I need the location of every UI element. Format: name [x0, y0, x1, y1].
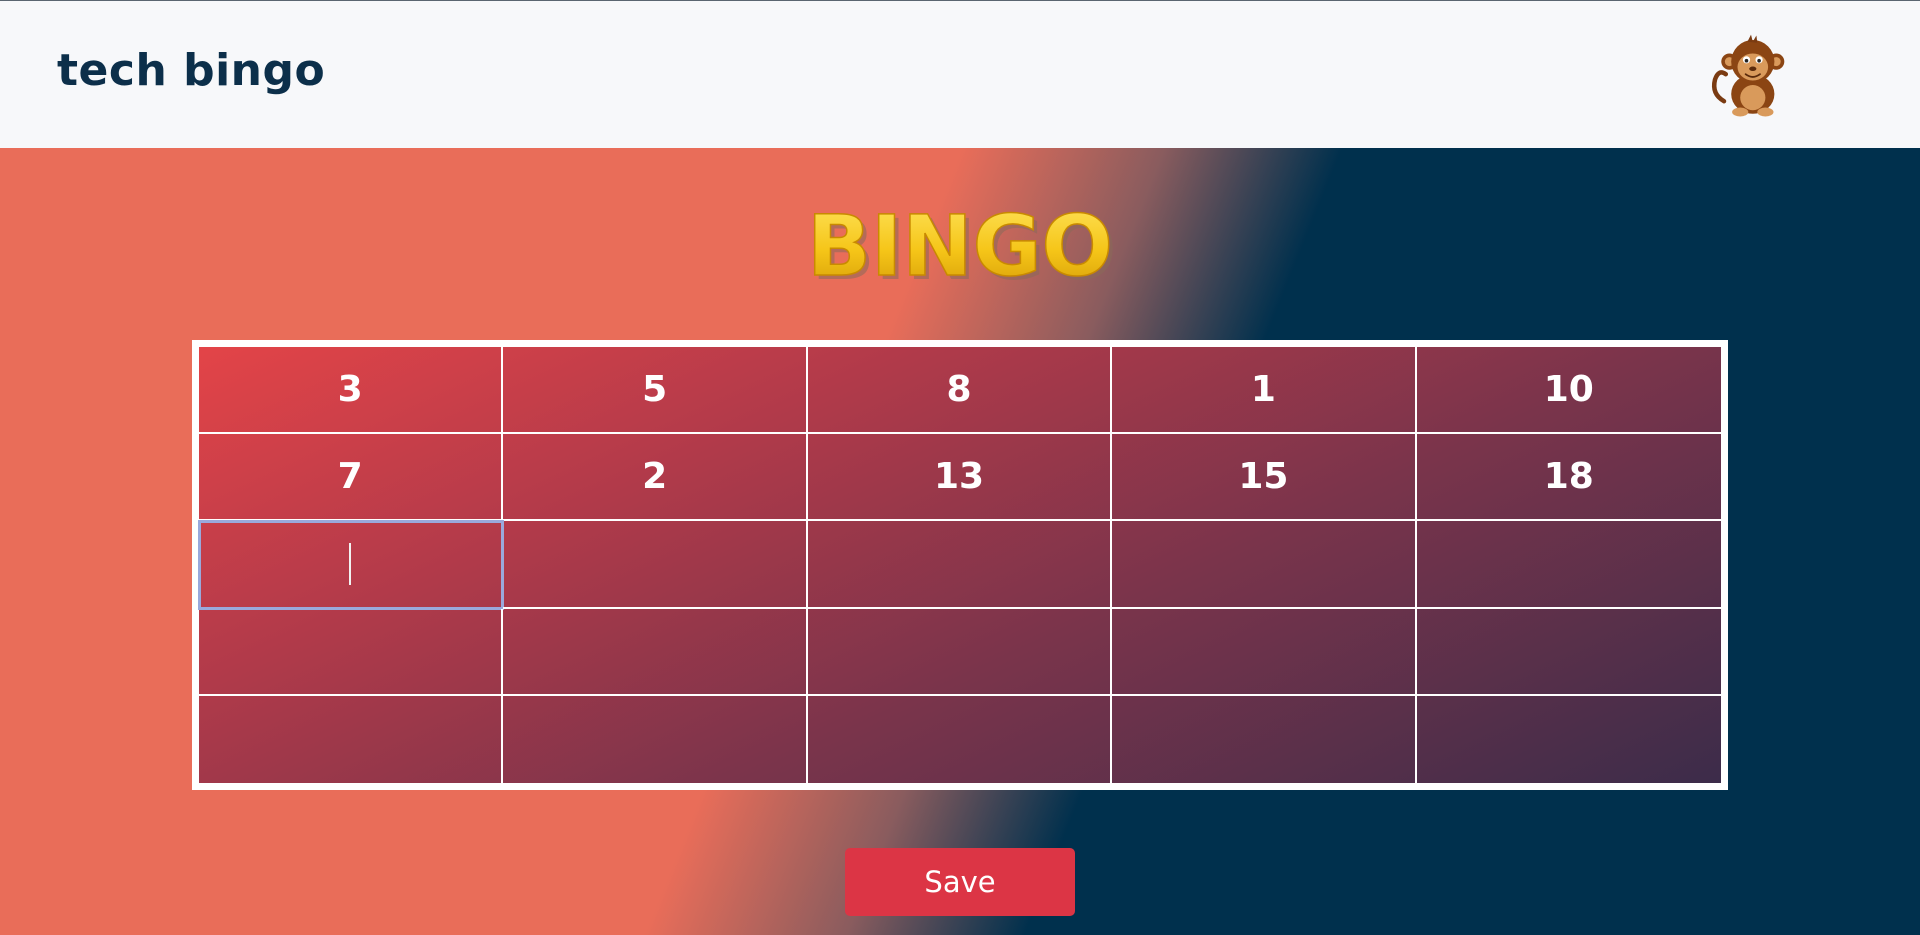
bingo-board: 3 5 8 1 10 7 2 13 15 18	[192, 340, 1728, 790]
bingo-cell[interactable]	[1416, 521, 1721, 609]
bingo-cell[interactable]	[1112, 521, 1417, 609]
bingo-cell-value: 1	[1250, 369, 1276, 411]
bingo-cell-value: 5	[642, 369, 668, 411]
app: tech bingo BINGO BINGO 3 5 8 1 10 7 2 13…	[0, 0, 1920, 935]
bingo-cell-value: 8	[946, 369, 972, 411]
bingo-cell[interactable]	[1417, 696, 1721, 783]
bingo-cell[interactable]: 13	[807, 434, 1113, 522]
bingo-cell[interactable]: 15	[1112, 434, 1417, 522]
bingo-cell-value: 3	[337, 369, 363, 411]
bingo-cell[interactable]: 3	[199, 347, 504, 435]
bingo-logo: BINGO BINGO	[806, 196, 1117, 299]
bingo-cell[interactable]	[199, 608, 504, 696]
bingo-cell-value: 2	[642, 456, 668, 498]
text-caret	[349, 542, 352, 585]
bingo-cell[interactable]: 1	[1112, 347, 1417, 435]
bingo-cell[interactable]: 18	[1416, 434, 1721, 522]
top-bar: tech bingo	[0, 0, 1920, 148]
bingo-cell[interactable]: 2	[503, 434, 808, 522]
bingo-cell[interactable]	[503, 695, 808, 783]
bingo-cell-value: 10	[1543, 369, 1594, 411]
bingo-cell-value: 15	[1238, 456, 1289, 498]
bingo-cell[interactable]	[1112, 695, 1417, 783]
save-button[interactable]: Save	[845, 848, 1075, 916]
bingo-logo-text: BINGO	[807, 197, 1113, 295]
bingo-cell[interactable]	[807, 608, 1113, 696]
app-title: tech bingo	[57, 45, 326, 96]
bingo-cell[interactable]: 5	[503, 347, 808, 435]
bingo-cell[interactable]	[808, 695, 1113, 783]
bingo-cell-active[interactable]	[197, 520, 505, 610]
bingo-cell[interactable]: 10	[1416, 347, 1721, 435]
bingo-cell[interactable]	[807, 521, 1113, 609]
bingo-cell[interactable]: 8	[807, 347, 1113, 435]
bingo-cell[interactable]	[503, 608, 808, 696]
bingo-cell[interactable]	[503, 521, 808, 609]
bingo-cell[interactable]	[1416, 609, 1721, 696]
bingo-cell[interactable]	[199, 695, 504, 783]
bingo-stage: BINGO BINGO 3 5 8 1 10 7 2 13 15 18 Save	[0, 148, 1920, 935]
bingo-cell-value: 18	[1543, 456, 1594, 498]
bingo-cell[interactable]	[1112, 608, 1417, 696]
monkey-avatar-icon[interactable]	[1706, 31, 1796, 121]
bingo-cell-value: 7	[337, 456, 363, 498]
bingo-cell-value: 13	[933, 456, 985, 498]
bingo-cell[interactable]: 7	[199, 434, 504, 522]
